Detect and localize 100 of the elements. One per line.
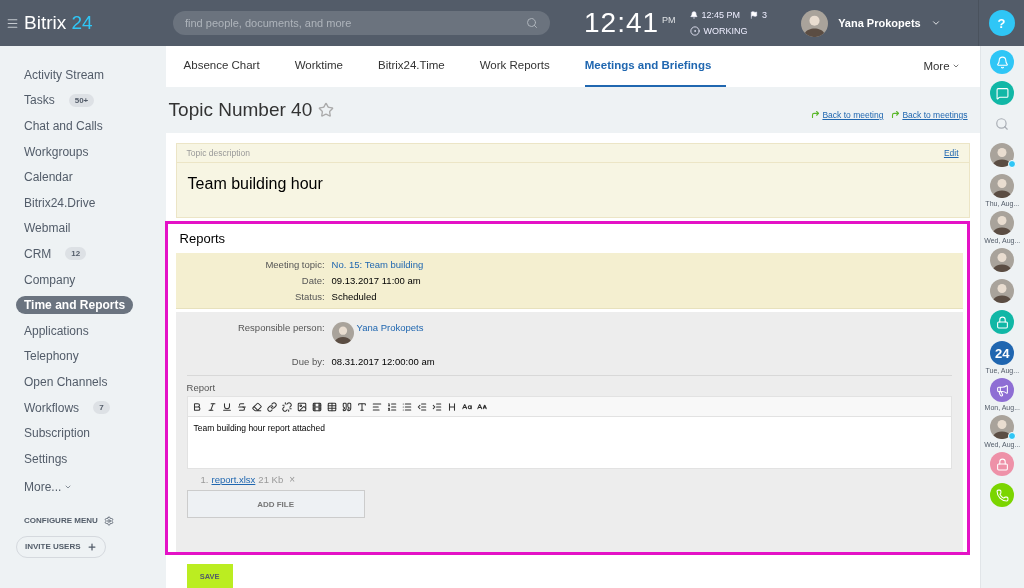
field-label: Responsible person: xyxy=(236,322,326,333)
eraser-icon[interactable] xyxy=(251,401,262,412)
align-left-icon[interactable] xyxy=(371,401,382,412)
count-badge: 12 xyxy=(65,247,87,261)
report-text: Team building hour report attached xyxy=(192,422,326,435)
arrow-icon xyxy=(811,110,821,120)
tab[interactable]: Work Reports xyxy=(479,46,565,87)
sidebar-item[interactable]: Workflows xyxy=(16,398,88,417)
italic-icon[interactable] xyxy=(206,401,217,412)
user-name[interactable]: Yana Prokopets xyxy=(838,17,921,29)
field-label: Report xyxy=(186,382,217,393)
file-size: 21 Kb xyxy=(258,474,284,485)
chat-icon xyxy=(995,86,1009,100)
sidebar-item[interactable]: Activity Stream xyxy=(16,65,112,84)
online-icon xyxy=(1008,160,1017,168)
section-title: Reports xyxy=(178,231,227,248)
field-value: 08.31.2017 12:00:00 am xyxy=(331,356,435,367)
topic-text: Team building hour xyxy=(186,174,324,194)
invite-users-button[interactable]: INVITE USERS xyxy=(16,535,106,558)
ordered-list-icon[interactable] xyxy=(386,401,397,412)
sidebar-item[interactable]: Workgroups xyxy=(16,142,97,161)
status-icon xyxy=(689,26,700,36)
indent-icon[interactable] xyxy=(431,401,442,412)
chat-button[interactable]: 24 xyxy=(990,341,1015,365)
font-size-icon[interactable] xyxy=(476,401,487,412)
clock-time: 12:41 xyxy=(584,7,660,39)
file-index: 1. xyxy=(200,474,209,485)
work-status[interactable]: WORKING xyxy=(703,26,748,36)
report-editor[interactable]: Team building hour report attached xyxy=(186,396,952,469)
tab[interactable]: Meetings and Briefings xyxy=(584,46,727,87)
person-link[interactable]: Yana Prokopets xyxy=(356,322,424,333)
sidebar-item[interactable]: Tasks xyxy=(16,91,63,110)
back-link[interactable]: Back to meetings xyxy=(891,109,968,120)
sidebar-item[interactable]: Calendar xyxy=(16,168,81,187)
tab[interactable]: Worktime xyxy=(294,46,358,87)
unlink-icon[interactable] xyxy=(281,401,292,412)
megaphone-icon xyxy=(995,383,1009,397)
meeting-link[interactable]: No. 15: Team building xyxy=(331,259,424,270)
alarm-icon xyxy=(689,11,698,19)
underline-icon[interactable] xyxy=(221,401,232,412)
menu-icon[interactable] xyxy=(6,16,19,30)
font-case-icon[interactable] xyxy=(461,401,472,412)
page-title-text: Topic Number 40 xyxy=(168,98,313,121)
sidebar-item[interactable]: Chat and Calls xyxy=(16,117,111,135)
lock-icon xyxy=(995,457,1009,471)
more-link[interactable]: More... xyxy=(16,471,81,502)
sidebar-item[interactable]: Bitrix24.Drive xyxy=(16,193,104,212)
count-badge: 50+ xyxy=(68,93,95,107)
search-field[interactable]: find people, documents, and more xyxy=(173,11,550,35)
arrow-icon xyxy=(891,110,901,120)
outdent-icon[interactable] xyxy=(416,401,427,412)
phone-icon xyxy=(995,488,1009,502)
sidebar-item[interactable]: Company xyxy=(16,270,84,289)
tab[interactable]: Bitrix24.Time xyxy=(378,46,460,87)
megaphone-button[interactable] xyxy=(990,378,1015,402)
bell-icon xyxy=(995,55,1009,69)
bullet-list-icon[interactable] xyxy=(401,401,412,412)
sidebar-item[interactable]: Time and Reports xyxy=(16,296,134,315)
logo[interactable]: Bitrix 24 xyxy=(24,12,93,34)
bold-icon[interactable] xyxy=(191,401,202,412)
flag-icon xyxy=(750,11,759,19)
back-link[interactable]: Back to meeting xyxy=(811,109,884,120)
plus-icon xyxy=(86,541,97,552)
sidebar-item[interactable]: Open Channels xyxy=(16,372,116,391)
sidebar-item[interactable]: Telephony xyxy=(16,347,87,366)
link-icon[interactable] xyxy=(266,401,277,412)
type-icon[interactable] xyxy=(356,401,367,412)
heading-icon[interactable] xyxy=(446,401,457,412)
file-link[interactable]: report.xlsx xyxy=(211,474,256,485)
configure-menu-link[interactable]: CONFIGURE MENU xyxy=(16,501,122,536)
field-value: Scheduled xyxy=(331,291,377,302)
settings-icon xyxy=(103,515,114,526)
sidebar-item[interactable]: Webmail xyxy=(16,219,79,238)
field-label: Status: xyxy=(294,291,326,302)
caret-icon[interactable] xyxy=(930,18,941,28)
film-icon[interactable] xyxy=(311,401,322,412)
table-icon[interactable] xyxy=(326,401,337,412)
edit-link[interactable]: Edit xyxy=(943,148,959,158)
lock-icon xyxy=(995,315,1009,329)
field-value: 09.13.2017 11:00 am xyxy=(331,275,421,286)
user-avatar xyxy=(801,9,829,37)
tab[interactable]: Absence Chart xyxy=(183,46,275,87)
sidebar-item[interactable]: Settings xyxy=(16,449,76,468)
strikethrough-icon[interactable] xyxy=(236,401,247,412)
clock-period: PM xyxy=(662,15,676,25)
star-icon[interactable] xyxy=(318,101,335,118)
quote-icon[interactable] xyxy=(341,401,352,412)
more-tab[interactable]: More xyxy=(923,46,960,87)
online-icon xyxy=(1008,432,1017,440)
sidebar-item[interactable]: Subscription xyxy=(16,424,99,443)
field-label: Date: xyxy=(300,275,326,286)
topic-label: Topic description xyxy=(186,148,250,158)
sidebar-item[interactable]: CRM xyxy=(16,244,60,263)
flag-count: 3 xyxy=(762,10,768,20)
sidebar-item[interactable]: Applications xyxy=(16,321,97,340)
add-file-button[interactable]: ADD FILE xyxy=(186,490,365,518)
image-icon[interactable] xyxy=(296,401,307,412)
person-avatar xyxy=(331,322,354,344)
field-label: Meeting topic: xyxy=(264,259,326,270)
count-badge: 7 xyxy=(93,401,110,414)
